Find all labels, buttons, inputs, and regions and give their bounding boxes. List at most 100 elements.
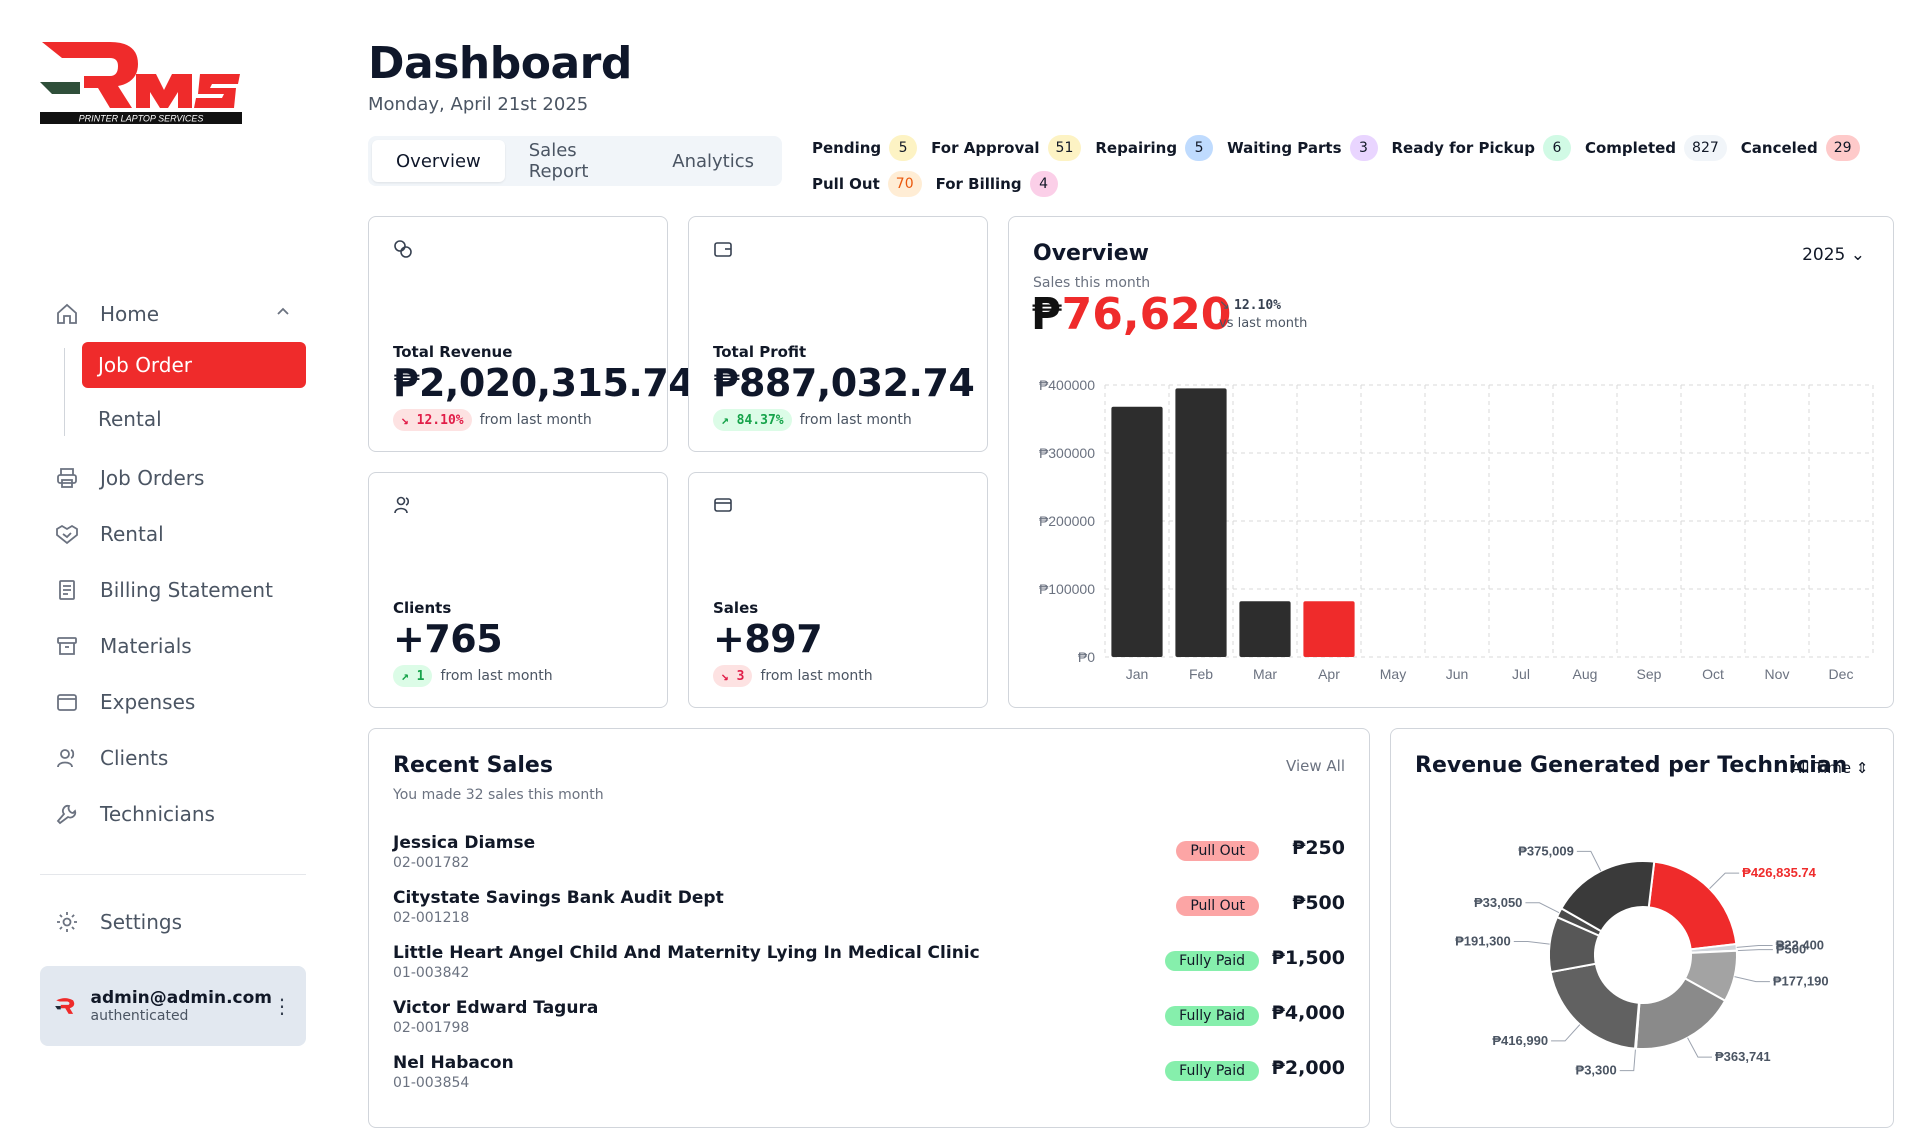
sidebar-item-expenses[interactable]: Expenses [40,674,306,730]
stat-note: from last month [799,412,912,428]
status-waiting-parts[interactable]: Waiting Parts 3 [1227,134,1378,162]
stat-label: Total Revenue [393,343,513,361]
bar-apr [1303,601,1355,657]
sidebar-item-rental[interactable]: Rental [40,506,306,562]
sidebar-item-materials[interactable]: Materials [40,618,306,674]
y-tick-label: ₱200000 [1039,513,1095,529]
view-all-link[interactable]: View All [1286,757,1345,775]
home-subnav: Job Order Rental [64,342,306,442]
svg-text:PRINTER LAPTOP SERVICES: PRINTER LAPTOP SERVICES [79,114,204,124]
technician-revenue-card: Revenue Generated per Technician All Tim… [1390,728,1894,1128]
list-item[interactable]: Nel Habacon 01-003854 Fully Paid ₱2,000 [393,1053,1345,1108]
user-card[interactable]: admin@admin.com authenticated ⋮ [40,966,306,1046]
sidebar-item-label: Materials [100,634,192,658]
status-label: Canceled [1740,139,1818,157]
status-badge: Pull Out [1176,896,1259,916]
sale-amount: ₱4,000 [1271,1002,1345,1024]
sidebar-item-label: Settings [100,910,183,934]
trend-up-chip: ↗ 84.37% [713,409,792,431]
page-title: Dashboard [368,38,632,89]
stat-card-clients: Clients +765 ↗ 1 from last month [368,472,668,708]
recent-sales-card: Recent Sales You made 32 sales this mont… [368,728,1370,1128]
bar-mar [1239,601,1291,657]
status-pending[interactable]: Pending 5 [812,134,918,162]
overview-card: Overview Sales this month ₱76,620 ↘ 12.1… [1008,216,1894,708]
donut-slice-label: ₱191,300 [1455,934,1511,949]
donut-label-line [1576,850,1602,872]
wrench-icon [54,801,80,827]
user-status: authenticated [90,1008,189,1024]
more-vertical-icon[interactable]: ⋮ [272,994,292,1018]
bar-feb [1175,388,1227,657]
status-label: For Approval [931,139,1040,157]
status-count: 4 [1029,171,1058,197]
list-item[interactable]: Jessica Diamse 02-001782 Pull Out ₱250 [393,833,1345,888]
sale-amount: ₱250 [1292,837,1345,859]
list-item[interactable]: Little Heart Angel Child And Maternity L… [393,943,1345,998]
donut-label-line [1525,902,1560,914]
wallet-icon [54,689,80,715]
sidebar-subitem-rental[interactable]: Rental [82,396,306,442]
page-date: Monday, April 21st 2025 [368,94,589,115]
donut-label-line [1736,949,1773,952]
x-tick-label: May [1380,666,1406,682]
users-icon [393,495,413,515]
status-repairing[interactable]: Repairing 5 [1095,134,1214,162]
status-completed[interactable]: Completed 827 [1585,134,1727,162]
donut-slice-label: ₱177,190 [1773,974,1829,989]
list-item[interactable]: Citystate Savings Bank Audit Dept 02-001… [393,888,1345,943]
status-for-billing[interactable]: For Billing 4 [936,170,1058,198]
sidebar-item-job-orders[interactable]: Job Orders [40,450,306,506]
donut-label-line [1709,872,1740,889]
donut-slice-label: ₱500 [1776,942,1806,957]
sales-bar-chart: ₱0 ₱100000 ₱200000 ₱300000 ₱400000 Jan Feb Mar A… [1039,377,1874,682]
sidebar-item-settings[interactable]: Settings [40,894,306,950]
y-tick-label: ₱100000 [1039,581,1095,597]
chevron-down-icon: ⌄ [1850,245,1865,265]
sidebar-item-billing-statement[interactable]: Billing Statement [40,562,306,618]
year-select[interactable]: 2025 ⌄ [1802,245,1865,265]
x-tick-label: Nov [1765,666,1790,682]
status-canceled[interactable]: Canceled 29 [1741,134,1860,162]
donut-slice-label: ₱375,009 [1518,843,1574,858]
sidebar-item-technicians[interactable]: Technicians [40,786,306,842]
sidebar-item-label: Job Orders [100,466,205,490]
y-tick-label: ₱400000 [1039,377,1095,393]
status-label: For Billing [935,175,1022,193]
tab-analytics[interactable]: Analytics [648,140,778,182]
time-range-select[interactable]: All Time ⇕ [1791,759,1868,777]
status-for-approval[interactable]: For Approval 51 [931,134,1082,162]
x-tick-label: Oct [1702,666,1724,682]
brand-logo[interactable]: PRINTER LAPTOP SERVICES [40,38,242,138]
status-ready-for-pickup[interactable]: Ready for Pickup 6 [1392,134,1571,162]
x-tick-label: Dec [1829,666,1854,682]
x-tick-label: Jan [1126,666,1149,682]
overview-amount: ₱76,620 [1031,289,1232,340]
recent-sales-subtitle: You made 32 sales this month [393,787,604,803]
stat-note: from last month [760,668,873,684]
stat-card-profit: Total Profit ₱887,032.74 ↗ 84.37% from la… [688,216,988,452]
avatar [55,998,75,1014]
status-summary: Pending 5 For Approval 51 Repairing 5 Waiti… [812,134,1892,198]
stat-note: from last month [440,668,553,684]
status-pull-out[interactable]: Pull Out 70 [812,170,922,198]
list-item[interactable]: Victor Edward Tagura 02-001798 Fully Pai… [393,998,1345,1053]
technician-revenue-title: Revenue Generated per Technician [1415,753,1848,778]
overview-title: Overview [1033,241,1149,266]
sidebar-item-label: Expenses [100,690,196,714]
stat-delta: ↘ 3 from last month [713,665,873,687]
sidebar-settings-group: Settings [40,894,306,950]
tab-overview[interactable]: Overview [372,140,505,182]
chevron-up-icon[interactable] [276,305,290,323]
stat-label: Sales [713,599,759,617]
sidebar-subitem-job-order[interactable]: Job Order [82,342,306,388]
status-label: Repairing [1095,139,1178,157]
handshake-icon [54,521,80,547]
x-tick-label: Apr [1318,666,1340,682]
status-count: 70 [887,171,922,197]
x-tick-label: Aug [1573,666,1598,682]
sidebar-item-home[interactable]: Home [40,286,306,342]
sidebar: PRINTER LAPTOP SERVICES Home Job Order R… [0,0,340,1080]
tab-sales-report[interactable]: Sales Report [505,140,649,182]
sidebar-item-clients[interactable]: Clients [40,730,306,786]
